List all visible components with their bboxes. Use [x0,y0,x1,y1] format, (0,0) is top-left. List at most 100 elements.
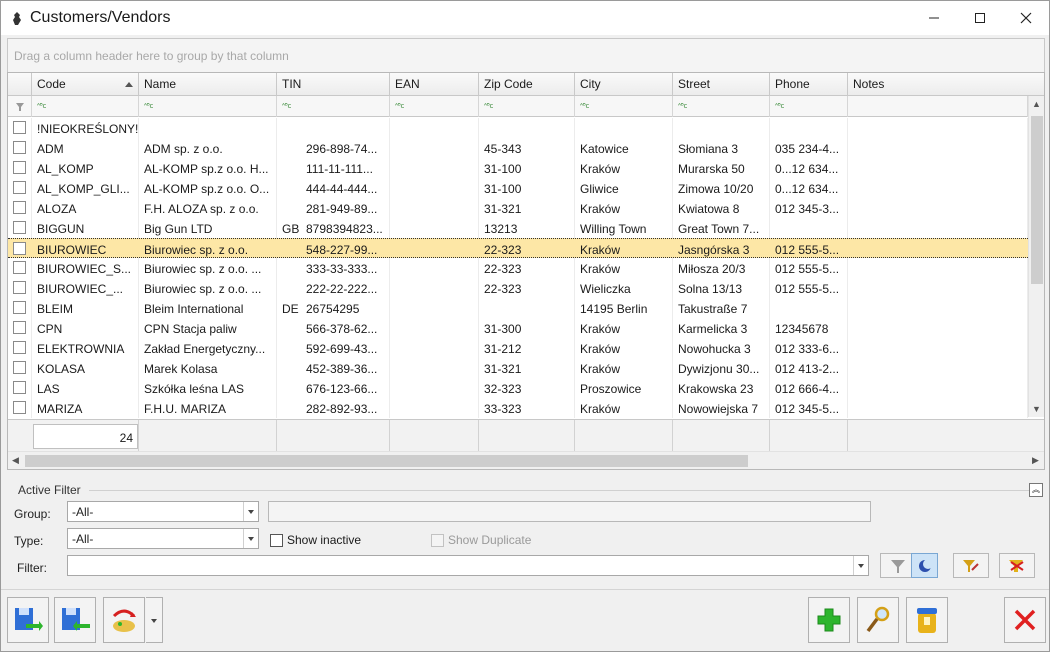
cell-zip[interactable]: 31-100 [479,178,575,198]
cell-notes[interactable] [848,278,1028,298]
cell-code[interactable]: BLEIM [32,298,139,318]
cell-name[interactable]: Szkółka leśna LAS [139,378,277,398]
row-checkbox[interactable] [13,242,26,255]
cell-street[interactable]: Nowohucka 3 [673,338,770,358]
cell-name[interactable]: F.H. ALOZA sp. z o.o. [139,198,277,218]
cell-name[interactable]: Marek Kolasa [139,358,277,378]
cell-code[interactable]: LAS [32,378,139,398]
table-row[interactable]: LAS Szkółka leśna LAS 676-123-66... 32-323 P… [8,378,1028,398]
cell-code[interactable]: AL_KOMP_GLI... [32,178,139,198]
cell-zip[interactable]: 31-100 [479,158,575,178]
export-button[interactable] [7,597,49,643]
filter-builder-button[interactable] [953,553,989,578]
cell-street[interactable]: Dywizjonu 30... [673,358,770,378]
cell-tin[interactable]: GB 8798394823... [277,218,390,238]
cell-notes[interactable] [848,239,1028,259]
chevron-down-icon[interactable] [853,556,868,575]
cell-zip[interactable]: 31-212 [479,338,575,358]
cell-tin[interactable]: 111-11-111... [277,158,390,178]
cell-tin[interactable]: 676-123-66... [277,378,390,398]
row-select-cell[interactable] [8,258,32,278]
table-row[interactable]: KOLASA Marek Kolasa 452-389-36... 31-321 Kra… [8,358,1028,378]
cell-street[interactable]: Great Town 7... [673,218,770,238]
row-select-cell[interactable] [8,178,32,198]
cell-name[interactable]: Biurowiec sp. z o.o. ... [139,258,277,278]
row-select-cell[interactable] [8,218,32,238]
filter-cell-zip[interactable]: ᴬᴮc [479,96,575,117]
show-inactive-checkbox[interactable]: Show inactive [270,533,380,549]
delete-button[interactable] [906,597,948,643]
row-checkbox[interactable] [13,261,26,274]
row-select-cell[interactable] [8,298,32,318]
cell-tin[interactable]: 333-33-333... [277,258,390,278]
cell-notes[interactable] [848,398,1028,418]
cell-city[interactable]: Kraków [575,398,673,418]
table-row[interactable]: CPN CPN Stacja paliw 566-378-62... 31-300 Kr… [8,318,1028,338]
table-row[interactable]: BIUROWIEC_... Biurowiec sp. z o.o. ... 222… [8,278,1028,298]
cell-phone[interactable]: 012 666-4... [770,378,848,398]
cell-zip[interactable]: 31-321 [479,198,575,218]
cell-city[interactable]: Gliwice [575,178,673,198]
cell-zip[interactable] [479,118,575,138]
cell-notes[interactable] [848,338,1028,358]
cell-tin[interactable]: 566-378-62... [277,318,390,338]
cell-ean[interactable] [390,378,479,398]
row-checkbox[interactable] [13,321,26,334]
cell-street[interactable]: Słomiana 3 [673,138,770,158]
filter-cell-notes[interactable] [848,96,1028,117]
table-row[interactable]: MARIZA F.H.U. MARIZA 282-892-93... 33-323 Kr… [8,398,1028,418]
cell-ean[interactable] [390,158,479,178]
cell-city[interactable] [575,118,673,138]
cell-zip[interactable] [479,298,575,318]
filter-cell-city[interactable]: ᴬᴮc [575,96,673,117]
cell-street[interactable]: Zimowa 10/20 [673,178,770,198]
operations-dropdown-button[interactable] [146,597,163,643]
cell-tin[interactable]: 548-227-99... [277,239,390,259]
cell-notes[interactable] [848,218,1028,238]
cell-tin[interactable] [277,118,390,138]
row-checkbox[interactable] [13,121,26,134]
vertical-scrollbar[interactable]: ▲ ▼ [1028,96,1044,417]
filter-cell-phone[interactable]: ᴬᴮc [770,96,848,117]
cell-zip[interactable]: 22-323 [479,258,575,278]
scroll-up-icon[interactable]: ▲ [1032,99,1041,109]
cell-notes[interactable] [848,258,1028,278]
chevron-down-icon[interactable] [243,502,258,521]
close-window-button[interactable] [1003,1,1049,35]
cell-zip[interactable]: 22-323 [479,278,575,298]
cell-code[interactable]: BIUROWIEC [32,239,139,259]
cell-tin[interactable]: 222-22-222... [277,278,390,298]
cell-code[interactable]: MARIZA [32,398,139,418]
cell-street[interactable]: Krakowska 23 [673,378,770,398]
cell-street[interactable]: Takustraße 7 [673,298,770,318]
clear-filter-button[interactable] [999,553,1035,578]
cell-zip[interactable]: 13213 [479,218,575,238]
cell-name[interactable]: Biurowiec sp. z o.o. ... [139,278,277,298]
cell-code[interactable]: CPN [32,318,139,338]
table-row[interactable]: ADM ADM sp. z o.o. 296-898-74... 45-343 Kato… [8,138,1028,158]
cell-phone[interactable]: 012 555-5... [770,239,848,259]
cell-ean[interactable] [390,318,479,338]
header-notes[interactable]: Notes [848,73,1044,96]
cell-name[interactable]: Big Gun LTD [139,218,277,238]
cell-city[interactable]: Kraków [575,258,673,278]
checkbox-box[interactable] [270,534,283,547]
cell-tin[interactable]: 452-389-36... [277,358,390,378]
cell-tin[interactable]: DE 26754295 [277,298,390,318]
cell-street[interactable]: Kwiatowa 8 [673,198,770,218]
row-select-cell[interactable] [8,198,32,218]
cell-zip[interactable]: 32-323 [479,378,575,398]
cell-phone[interactable]: 0...12 634... [770,158,848,178]
cell-notes[interactable] [848,298,1028,318]
cell-code[interactable]: ELEKTROWNIA [32,338,139,358]
scroll-left-icon[interactable]: ◀ [12,455,19,466]
table-row[interactable]: BLEIM Bleim International DE 26754295 14195 … [8,298,1028,318]
row-checkbox[interactable] [13,301,26,314]
cell-tin[interactable]: 296-898-74... [277,138,390,158]
cell-phone[interactable] [770,218,848,238]
row-checkbox[interactable] [13,221,26,234]
header-tin[interactable]: TIN [277,73,390,96]
horizontal-scrollbar[interactable]: ◀ ▶ [8,451,1044,469]
row-checkbox[interactable] [13,381,26,394]
collapse-panel-button[interactable]: ︽ [1029,483,1043,497]
